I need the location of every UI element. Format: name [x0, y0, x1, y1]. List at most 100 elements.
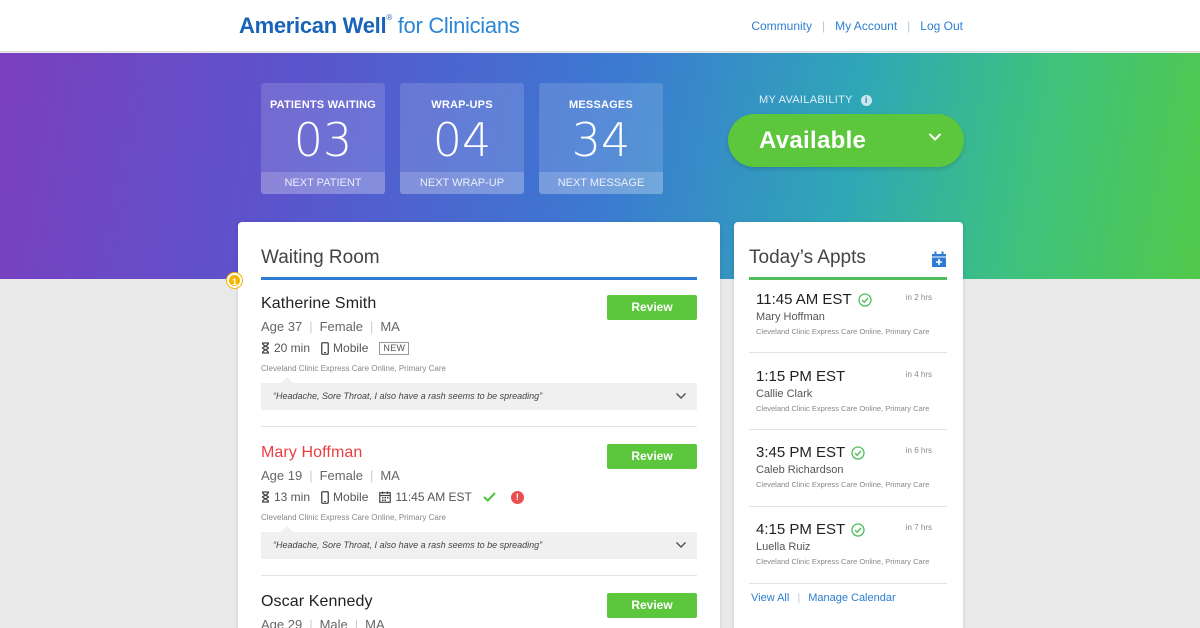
availability-dropdown[interactable]: Available	[728, 114, 964, 167]
stat-card-patients-waiting: PATIENTS WAITING 03 NEXT PATIENT	[261, 83, 385, 194]
review-button[interactable]: Review	[607, 444, 697, 469]
nav-community-link[interactable]: Community	[751, 19, 812, 33]
patient-visit-meta: 20 min Mobile NEW	[261, 341, 697, 355]
hourglass-icon	[261, 342, 270, 354]
stat-value: 03	[293, 113, 353, 167]
chevron-down-icon	[929, 133, 941, 141]
next-message-button[interactable]: NEXT MESSAGE	[539, 172, 663, 194]
chief-complaint-expander[interactable]: “Headache, Sore Throat, I also have a ra…	[261, 526, 697, 559]
appointment-eta: in 4 hrs	[905, 370, 932, 379]
review-button[interactable]: Review	[607, 295, 697, 320]
chief-complaint: “Headache, Sore Throat, I also have a ra…	[273, 391, 543, 401]
appointment-item[interactable]: 3:45 PM EST in 6 hrs Caleb Richardson Cl…	[749, 444, 947, 507]
appointment-time: 11:45 AM EST	[756, 291, 852, 308]
patient-card: Oscar Kennedy Review Age 29 | Male | MA	[261, 593, 697, 628]
chief-complaint: “Headache, Sore Throat, I also have a ra…	[273, 540, 543, 550]
appointment-item[interactable]: 4:15 PM EST in 7 hrs Luella Ruiz Clevela…	[749, 521, 947, 584]
appointment-clinic: Cleveland Clinic Express Care Online, Pr…	[756, 557, 930, 566]
waiting-room-count-badge: 1	[227, 273, 242, 288]
review-button[interactable]: Review	[607, 593, 697, 618]
top-nav: Community | My Account | Log Out	[751, 19, 963, 33]
todays-appointments-panel: Today’s Appts 11:45 AM EST in 2 hrs Mary…	[734, 222, 963, 628]
next-wrap-up-button[interactable]: NEXT WRAP-UP	[400, 172, 524, 194]
check-icon	[483, 492, 496, 502]
appointment-time: 1:15 PM EST	[756, 368, 846, 385]
waiting-room-panel: Waiting Room Katherine Smith Review Age …	[238, 222, 720, 628]
check-circle-icon	[851, 522, 865, 537]
availability-label-text: MY AVAILABILITY	[759, 94, 853, 106]
patient-age: Age 29	[261, 617, 303, 628]
wait-time: 13 min	[274, 490, 311, 504]
appointment-clinic: Cleveland Clinic Express Care Online, Pr…	[756, 327, 930, 336]
appointment-clinic: Cleveland Clinic Express Care Online, Pr…	[756, 404, 930, 413]
alert-icon[interactable]: !	[510, 490, 524, 504]
logo-brand: American Well	[239, 13, 387, 38]
check-circle-icon	[851, 445, 865, 460]
appointment-item[interactable]: 11:45 AM EST in 2 hrs Mary Hoffman Cleve…	[749, 291, 947, 353]
appointment-time: 4:15 PM EST	[756, 521, 846, 538]
appointment-eta: in 7 hrs	[905, 523, 932, 532]
view-all-link[interactable]: View All	[751, 592, 789, 604]
patient-sex: Female	[319, 468, 363, 483]
appointment-clinic: Cleveland Clinic Express Care Online, Pr…	[756, 480, 930, 489]
appointments-accent-line	[749, 277, 947, 280]
stat-label: MESSAGES	[569, 99, 633, 111]
patient-state: MA	[380, 468, 400, 483]
appointments-title: Today’s Appts	[749, 247, 866, 268]
patient-age: Age 19	[261, 468, 303, 483]
footer-separator: |	[797, 592, 801, 604]
appointment-eta: in 6 hrs	[905, 446, 932, 455]
chevron-down-icon	[675, 541, 687, 549]
patient-visit-meta: 13 min Mobile 11:45 AM EST !	[261, 490, 697, 504]
appointment-item[interactable]: 1:15 PM EST in 4 hrs Callie Clark Clevel…	[749, 368, 947, 430]
stat-label: PATIENTS WAITING	[269, 99, 377, 111]
stat-label: WRAP-UPS	[431, 99, 493, 111]
nav-my-account-link[interactable]: My Account	[835, 19, 897, 33]
hourglass-icon	[261, 491, 270, 503]
check-circle-icon	[857, 292, 872, 307]
patient-card: Mary Hoffman Review Age 19 | Female | MA 1…	[261, 444, 697, 576]
patient-demographics: Age 29 | Male | MA	[261, 617, 697, 628]
patient-sex: Male	[319, 617, 348, 628]
mobile-icon	[321, 341, 329, 355]
nav-log-out-link[interactable]: Log Out	[920, 19, 963, 33]
app-logo[interactable]: American Well® for Clinicians	[239, 13, 520, 39]
divider	[749, 506, 947, 507]
waiting-room-title: Waiting Room	[261, 247, 380, 268]
appointment-eta: in 2 hrs	[905, 293, 932, 302]
clinic-name: Cleveland Clinic Express Care Online, Pr…	[261, 513, 446, 522]
stat-value: 04	[432, 113, 492, 167]
wait-time: 20 min	[274, 341, 311, 355]
chief-complaint-expander[interactable]: “Headache, Sore Throat, I also have a ra…	[261, 377, 697, 410]
add-calendar-icon[interactable]	[931, 251, 947, 268]
appointments-footer: View All | Manage Calendar	[751, 592, 896, 604]
patient-sex: Female	[319, 319, 363, 334]
stat-card-messages: MESSAGES 34 NEXT MESSAGE	[539, 83, 663, 194]
divider	[749, 583, 947, 584]
logo-subtitle: for Clinicians	[397, 13, 520, 38]
patient-demographics: Age 37 | Female | MA	[261, 319, 400, 334]
nav-separator: |	[907, 19, 911, 33]
patient-state: MA	[380, 319, 400, 334]
patient-demographics: Age 19 | Female | MA	[261, 468, 400, 483]
appointment-patient: Caleb Richardson	[756, 464, 844, 476]
new-patient-tag: NEW	[379, 341, 410, 355]
waiting-room-accent-line	[261, 277, 697, 280]
next-patient-button[interactable]: NEXT PATIENT	[261, 172, 385, 194]
availability-label: MY AVAILABILITY i	[759, 94, 872, 106]
logo-registered-mark: ®	[386, 13, 392, 22]
patient-card: Katherine Smith Review Age 37 | Female | M…	[261, 295, 697, 427]
appointment-patient: Luella Ruiz	[756, 541, 811, 553]
patient-state: MA	[365, 617, 385, 628]
divider	[749, 352, 947, 353]
stat-card-wrap-ups: WRAP-UPS 04 NEXT WRAP-UP	[400, 83, 524, 194]
nav-separator: |	[822, 19, 826, 33]
manage-calendar-link[interactable]: Manage Calendar	[808, 592, 895, 604]
device-type: Mobile	[333, 341, 369, 355]
chevron-down-icon	[675, 392, 687, 400]
info-icon[interactable]: i	[860, 94, 872, 106]
device-type: Mobile	[333, 490, 369, 504]
appointment-time: 3:45 PM EST	[756, 444, 846, 461]
stat-value: 34	[571, 113, 631, 167]
mobile-icon	[321, 490, 329, 504]
